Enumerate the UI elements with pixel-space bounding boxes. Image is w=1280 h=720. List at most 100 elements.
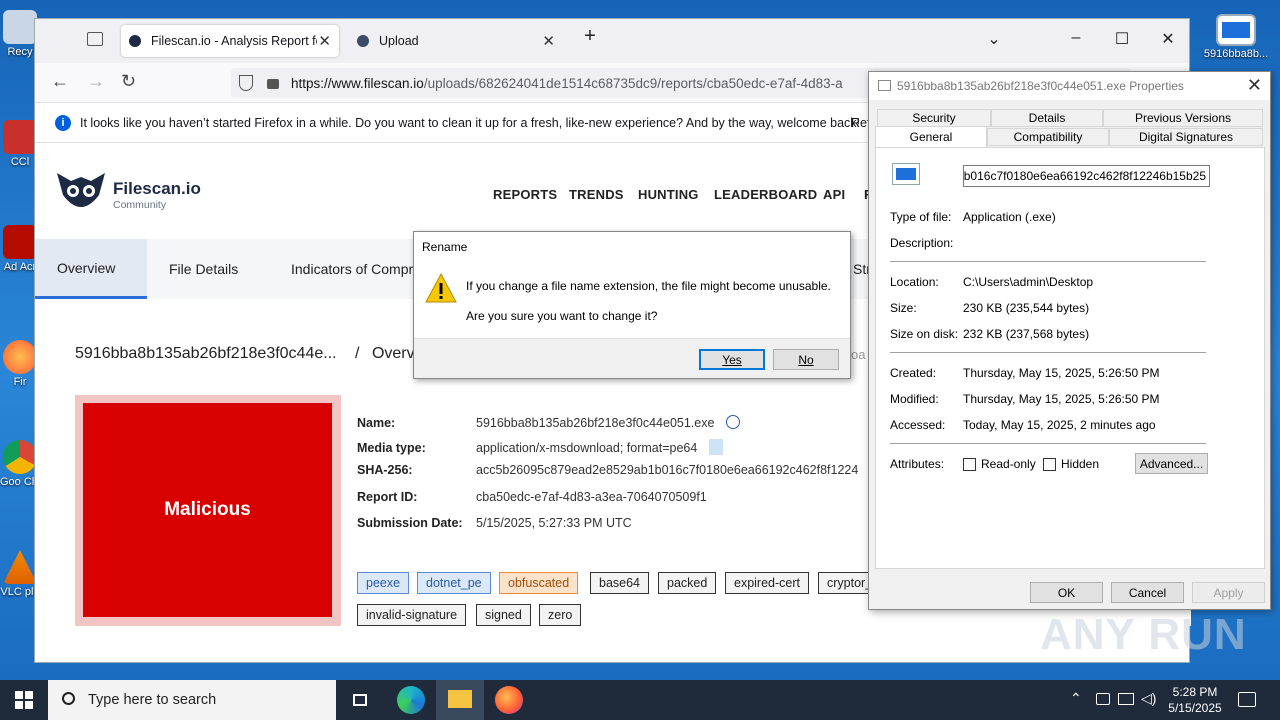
- taskbar-search-box[interactable]: Type here to search: [48, 680, 336, 720]
- verdict-label: Malicious: [83, 403, 332, 617]
- read-only-checkbox[interactable]: Read-only: [963, 457, 1036, 471]
- tab-filescan-report[interactable]: Filescan.io - Analysis Report for ✕: [121, 25, 339, 57]
- close-icon[interactable]: ✕: [1247, 75, 1262, 96]
- exe-file-icon: [878, 80, 891, 91]
- nav-hunting[interactable]: HUNTING: [638, 187, 699, 202]
- maximize-icon[interactable]: ☐: [1107, 29, 1137, 49]
- tag-invalid-signature[interactable]: invalid-signature: [357, 604, 467, 626]
- tag-dotnet-pe[interactable]: dotnet_pe: [417, 572, 491, 594]
- close-tab-icon[interactable]: ✕: [318, 32, 331, 50]
- tab-bar: Filescan.io - Analysis Report for ✕ Uplo…: [35, 19, 1189, 63]
- tab-security[interactable]: Security: [877, 109, 991, 127]
- tab-indicators[interactable]: Indicators of Compr: [269, 239, 435, 299]
- start-button[interactable]: [0, 680, 48, 720]
- document-icon: [708, 439, 723, 455]
- notification-center-icon[interactable]: [1238, 692, 1256, 707]
- filescan-favicon-icon: [129, 35, 141, 47]
- file-explorer-icon[interactable]: [436, 680, 484, 720]
- tab-file-details[interactable]: File Details: [147, 239, 260, 299]
- tag-zero[interactable]: zero: [539, 604, 582, 626]
- tag-obfuscated[interactable]: obfuscated: [499, 572, 579, 594]
- list-all-tabs-chevron-icon[interactable]: ⌄: [979, 29, 1009, 49]
- anyrun-watermark: ANY RUN: [1040, 610, 1247, 659]
- tag-base64[interactable]: base64: [590, 572, 650, 594]
- divider: [890, 443, 1206, 444]
- search-icon: [62, 692, 75, 705]
- nav-leaderboard[interactable]: LEADERBOARD: [714, 187, 817, 202]
- reload-icon[interactable]: ↻: [121, 71, 136, 92]
- shield-icon[interactable]: [239, 75, 253, 91]
- chevron-up-icon[interactable]: ⌃: [1070, 690, 1082, 707]
- tab-digital-signatures[interactable]: Digital Signatures: [1109, 128, 1263, 146]
- field-report-id: Report ID: cba50edc-e7af-4d83-a3ea-706407…: [357, 490, 707, 504]
- url-text[interactable]: https://www.filescan.io/uploads/68262404…: [291, 76, 843, 91]
- tag-signed[interactable]: signed: [476, 604, 531, 626]
- cancel-button[interactable]: Cancel: [1111, 582, 1184, 603]
- modified-value: Thursday, May 15, 2025, 5:26:50 PM: [963, 392, 1160, 406]
- desktop-icon-exe-file[interactable]: 5916bba8b...: [1200, 14, 1272, 60]
- field-media-type: Media type: application/x-msdownload; for…: [357, 439, 723, 455]
- location-value: C:\Users\admin\Desktop: [963, 275, 1094, 289]
- rename-confirm-question: Are you sure you want to change it?: [466, 309, 658, 323]
- back-arrow-icon[interactable]: ←: [51, 71, 69, 92]
- tab-general[interactable]: General: [875, 126, 987, 147]
- accessed-value: Today, May 15, 2025, 2 minutes ago: [963, 418, 1156, 432]
- tab-details[interactable]: Details: [991, 109, 1103, 127]
- firefox-taskbar-icon[interactable]: [495, 686, 523, 714]
- nav-trends[interactable]: TRENDS: [569, 187, 624, 202]
- tab-previous-versions[interactable]: Previous Versions: [1103, 109, 1263, 127]
- verdict-card: Malicious: [75, 395, 341, 626]
- task-view-icon[interactable]: [347, 686, 375, 714]
- ethernet-icon[interactable]: [1118, 693, 1134, 705]
- created-value: Thursday, May 15, 2025, 5:26:50 PM: [963, 366, 1160, 380]
- info-circle-icon[interactable]: [725, 415, 740, 429]
- edge-icon[interactable]: [397, 686, 425, 714]
- rename-dialog-footer: Yes No: [414, 338, 850, 378]
- brand-subtitle: Community: [113, 199, 167, 211]
- info-icon: i: [55, 114, 71, 131]
- new-tab-plus-icon[interactable]: +: [575, 25, 605, 48]
- yes-button[interactable]: Yes: [699, 349, 765, 370]
- rename-dialog-title: Rename: [422, 240, 468, 254]
- brand-name[interactable]: Filescan.io: [113, 179, 201, 199]
- tag-expired-cert[interactable]: expired-cert: [725, 572, 809, 594]
- lock-icon[interactable]: [267, 79, 279, 89]
- type-of-file-value: Application (.exe): [963, 210, 1056, 224]
- close-window-icon[interactable]: ✕: [1153, 29, 1183, 49]
- warning-icon: [425, 272, 457, 303]
- tab-upload[interactable]: Upload ✕: [349, 25, 563, 57]
- exe-large-icon: [892, 163, 920, 185]
- ok-button[interactable]: OK: [1030, 582, 1103, 603]
- divider: [890, 261, 1206, 262]
- forward-arrow-icon[interactable]: →: [87, 71, 105, 92]
- upload-favicon-icon: [357, 35, 369, 47]
- size-on-disk-value: 232 KB (237,568 bytes): [963, 327, 1090, 341]
- rename-dialog: Rename If you change a file name extensi…: [413, 231, 851, 379]
- rename-warning-message: If you change a file name extension, the…: [466, 279, 831, 293]
- tab-compatibility[interactable]: Compatibility: [987, 128, 1109, 146]
- advanced-button[interactable]: Advanced...: [1135, 453, 1208, 474]
- filename-input[interactable]: 3ab1b016c7f0180e6ea66192c462f8f12246b15b…: [963, 165, 1210, 187]
- file-properties-dialog: 5916bba8b135ab26bf218e3f0c44e051.exe Pro…: [868, 71, 1271, 610]
- nav-reports[interactable]: REPORTS: [493, 187, 557, 202]
- tag-packed[interactable]: packed: [658, 572, 717, 594]
- divider: [890, 352, 1206, 353]
- tab-overview[interactable]: Overview: [35, 239, 147, 299]
- volume-icon[interactable]: ◁): [1141, 690, 1156, 707]
- no-button[interactable]: No: [773, 349, 839, 370]
- tag-peexe[interactable]: peexe: [357, 572, 410, 594]
- properties-titlebar: 5916bba8b135ab26bf218e3f0c44e051.exe Pro…: [869, 72, 1270, 100]
- tab-list-icon[interactable]: [87, 32, 103, 46]
- breadcrumb: 5916bba8b135ab26bf218e3f0c44e... / Overv…: [75, 345, 419, 362]
- close-tab-icon[interactable]: ✕: [542, 32, 555, 50]
- windows-logo-icon: [15, 691, 33, 709]
- apply-button[interactable]: Apply: [1192, 582, 1265, 603]
- taskbar: Type here to search ⌃ ◁) 5:28 PM 5/15/20…: [0, 680, 1280, 720]
- field-name: Name: 5916bba8b135ab26bf218e3f0c44e051.ex…: [357, 415, 740, 430]
- nav-api[interactable]: API: [823, 187, 845, 202]
- hidden-checkbox[interactable]: Hidden: [1043, 457, 1099, 471]
- system-clock[interactable]: 5:28 PM 5/15/2025: [1160, 684, 1230, 716]
- network-icon[interactable]: [1096, 693, 1110, 705]
- filescan-owl-logo-icon[interactable]: [55, 169, 107, 215]
- minimize-icon[interactable]: –: [1061, 29, 1091, 47]
